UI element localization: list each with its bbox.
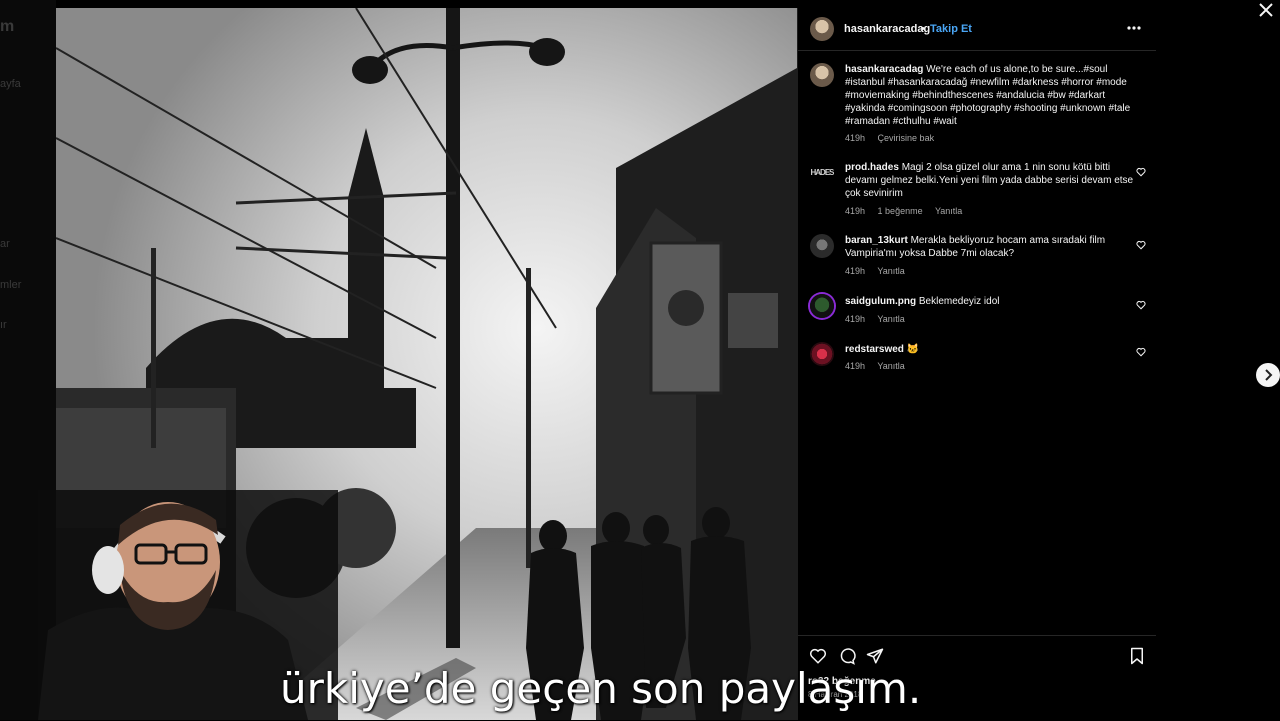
commenter-avatar[interactable] [810,294,834,318]
commenter-avatar[interactable]: HADES [810,161,834,185]
reply-link[interactable]: Yanıtla [877,266,904,276]
comment-item: baran_13kurt Merakla bekliyoruz hocam am… [845,234,1135,260]
post-header: hasankaracadag • Takip Et [798,8,1156,51]
commenter-avatar[interactable] [810,342,834,366]
video-subtitle: ürkiye’de geçen son paylaşım. [280,664,922,713]
background-nav-label: ır [0,319,7,331]
translate-link[interactable]: Çevirisine bak [878,133,935,143]
post-info-panel: hasankaracadag • Takip Et hasankaracadag… [797,8,1156,720]
author-username[interactable]: hasankaracadag [844,23,930,35]
caption-time: 419h [845,133,866,143]
comment-username[interactable]: baran_13kurt [845,235,908,246]
separator-dot: • [921,23,925,35]
reply-link[interactable]: Yanıtla [877,361,904,371]
comment-icon[interactable] [838,647,856,665]
next-post-button[interactable] [1256,363,1280,387]
heart-icon[interactable] [1136,167,1146,177]
post-caption: hasankaracadag We're each of us alone,to… [845,63,1135,128]
heart-icon[interactable] [1136,240,1146,250]
caption-avatar[interactable] [810,63,834,87]
comment-username[interactable]: saidgulum.png [845,296,916,307]
comment-meta: 419h Yanıtla [845,314,915,324]
background-logo: m [0,18,15,35]
comment-meta: 419h 1 beğenme Yanıtla [845,206,972,216]
comment-meta: 419h Yanıtla [845,266,915,276]
comment-meta: 419h Yanıtla [845,361,915,371]
caption-meta: 419h Çevirisine bak [845,133,944,143]
comment-text: Beklemedeyiz idol [918,296,1000,307]
comment-item: redstarswed 🐱 [845,343,1135,356]
chevron-right-icon [1265,369,1273,381]
caption-username[interactable]: hasankaracadag [845,64,923,75]
more-icon[interactable] [1126,20,1142,36]
follow-button[interactable]: Takip Et [930,23,972,35]
share-icon[interactable] [866,647,884,665]
background-nav-label: mler [0,279,22,291]
author-avatar[interactable] [810,17,834,41]
comment-likes-link[interactable]: 1 beğenme [878,206,923,216]
background-nav-label: ar [0,238,10,250]
comment-username[interactable]: redstarswed [845,344,904,355]
close-icon[interactable] [1258,2,1274,18]
comment-item: prod.hades Magi 2 olsa güzel olur ama 1 … [845,161,1135,200]
commenter-avatar[interactable] [810,234,834,258]
comment-text: 🐱 [906,344,920,355]
heart-icon[interactable] [1136,347,1146,357]
comment-time: 419h [845,314,866,324]
comment-time: 419h [845,206,866,216]
reply-link[interactable]: Yanıtla [877,314,904,324]
bookmark-icon[interactable] [1128,647,1146,665]
comment-item: saidgulum.png Beklemedeyiz idol [845,295,1135,308]
reply-link[interactable]: Yanıtla [935,206,962,216]
comment-time: 419h [845,266,866,276]
comment-username[interactable]: prod.hades [845,162,899,173]
background-nav-label: ayfa [0,78,21,90]
heart-icon[interactable] [1136,300,1146,310]
comment-time: 419h [845,361,866,371]
heart-icon[interactable] [809,647,827,665]
